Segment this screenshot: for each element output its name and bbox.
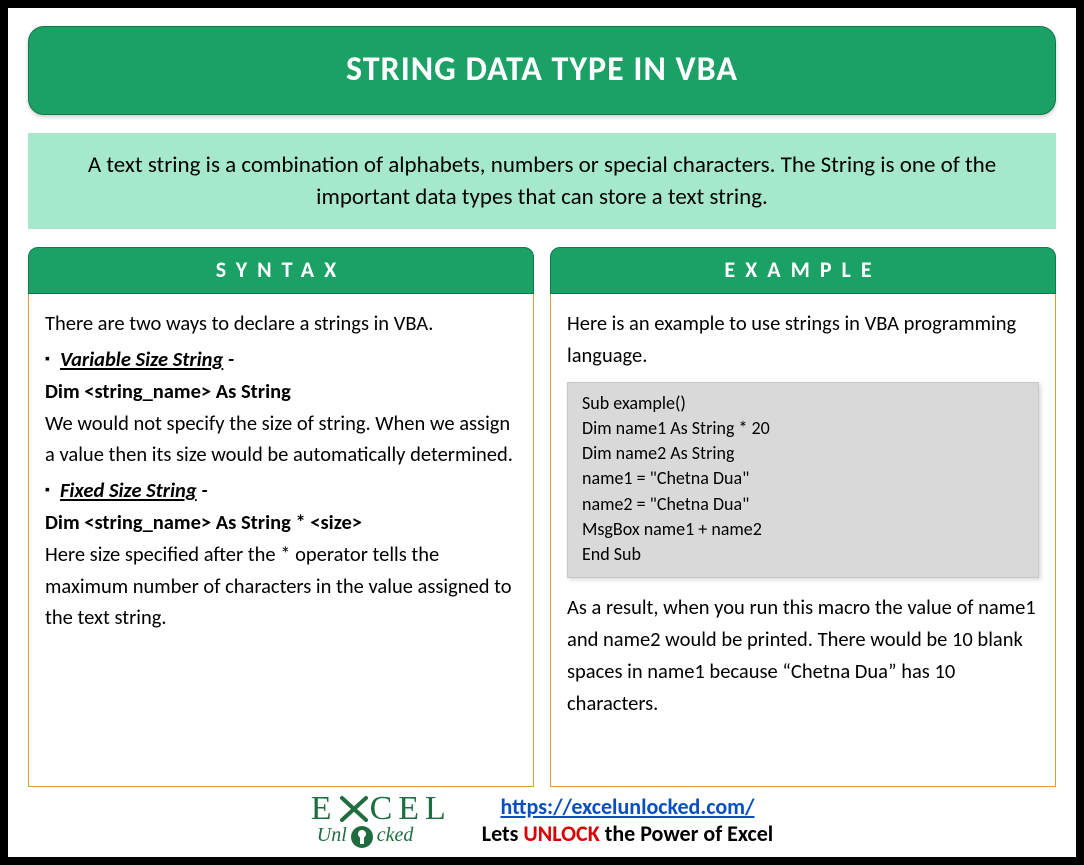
logo-unl: Unl <box>317 826 347 844</box>
logo-cked: cked <box>377 826 414 844</box>
example-column: EXAMPLE Here is an example to use string… <box>550 247 1056 787</box>
logo-top-row: E CEL <box>311 794 452 825</box>
code-line: Sub example() <box>582 391 1024 416</box>
keyhole-icon <box>351 826 373 848</box>
code-line: MsgBox name1 + name2 <box>582 517 1024 542</box>
syntax-item-1-title-row: ▪ Variable Size String - <box>45 344 517 376</box>
syntax-body: There are two ways to declare a strings … <box>28 294 534 787</box>
syntax-item-2-description: Here size specified after the * operator… <box>45 539 517 634</box>
x-mark-icon <box>338 794 370 824</box>
code-line: Dim name2 As String <box>582 441 1024 466</box>
syntax-item-2-declaration: Dim <string_name> As String * <size> <box>45 507 517 539</box>
tagline-unlock: UNLOCK <box>523 820 599 847</box>
syntax-header: SYNTAX <box>28 247 534 294</box>
syntax-lead: There are two ways to declare a strings … <box>45 308 517 340</box>
intro-text: A text string is a combination of alphab… <box>88 151 996 211</box>
syntax-item-1-declaration: Dim <string_name> As String <box>45 376 517 408</box>
logo-letters-cel: CEL <box>370 794 452 825</box>
logo-letter-e: E <box>311 794 338 825</box>
syntax-item-1-title: Variable Size String <box>60 346 223 372</box>
code-line: End Sub <box>582 542 1024 567</box>
example-result: As a result, when you run this macro the… <box>567 592 1039 719</box>
code-line: Dim name1 As String * 20 <box>582 416 1024 441</box>
page-title: STRING DATA TYPE IN VBA <box>346 49 738 90</box>
example-lead: Here is an example to use strings in VBA… <box>567 308 1039 372</box>
bullet-square-icon: ▪ <box>45 475 50 505</box>
logo-bottom-row: Unl cked <box>317 824 414 846</box>
page-title-bar: STRING DATA TYPE IN VBA <box>28 26 1056 115</box>
intro-box: A text string is a combination of alphab… <box>28 133 1056 229</box>
syntax-column: SYNTAX There are two ways to declare a s… <box>28 247 534 787</box>
example-header: EXAMPLE <box>550 247 1056 294</box>
example-body: Here is an example to use strings in VBA… <box>550 294 1056 787</box>
brand-logo: E CEL Unl cked <box>311 794 452 847</box>
footer: E CEL Unl cked https://excelunlocked.com… <box>28 791 1056 847</box>
syntax-item-2-title: Fixed Size String <box>60 477 197 503</box>
code-box: Sub example() Dim name1 As String * 20 D… <box>567 382 1039 578</box>
footer-link[interactable]: https://excelunlocked.com/ <box>500 793 754 820</box>
tagline-part-2: the Power of Excel <box>600 820 773 847</box>
columns-container: SYNTAX There are two ways to declare a s… <box>28 247 1056 787</box>
syntax-item-1-description: We would not specify the size of string.… <box>45 408 517 472</box>
syntax-item-2-title-row: ▪ Fixed Size String - <box>45 475 517 507</box>
syntax-item-2-dash: - <box>197 477 208 503</box>
footer-text-block: https://excelunlocked.com/ Lets UNLOCK t… <box>482 793 773 847</box>
code-line: name1 = "Chetna Dua" <box>582 466 1024 491</box>
tagline-part-1: Lets <box>482 820 524 847</box>
code-line: name2 = "Chetna Dua" <box>582 492 1024 517</box>
bullet-square-icon: ▪ <box>45 344 50 374</box>
syntax-item-1-dash: - <box>223 346 234 372</box>
